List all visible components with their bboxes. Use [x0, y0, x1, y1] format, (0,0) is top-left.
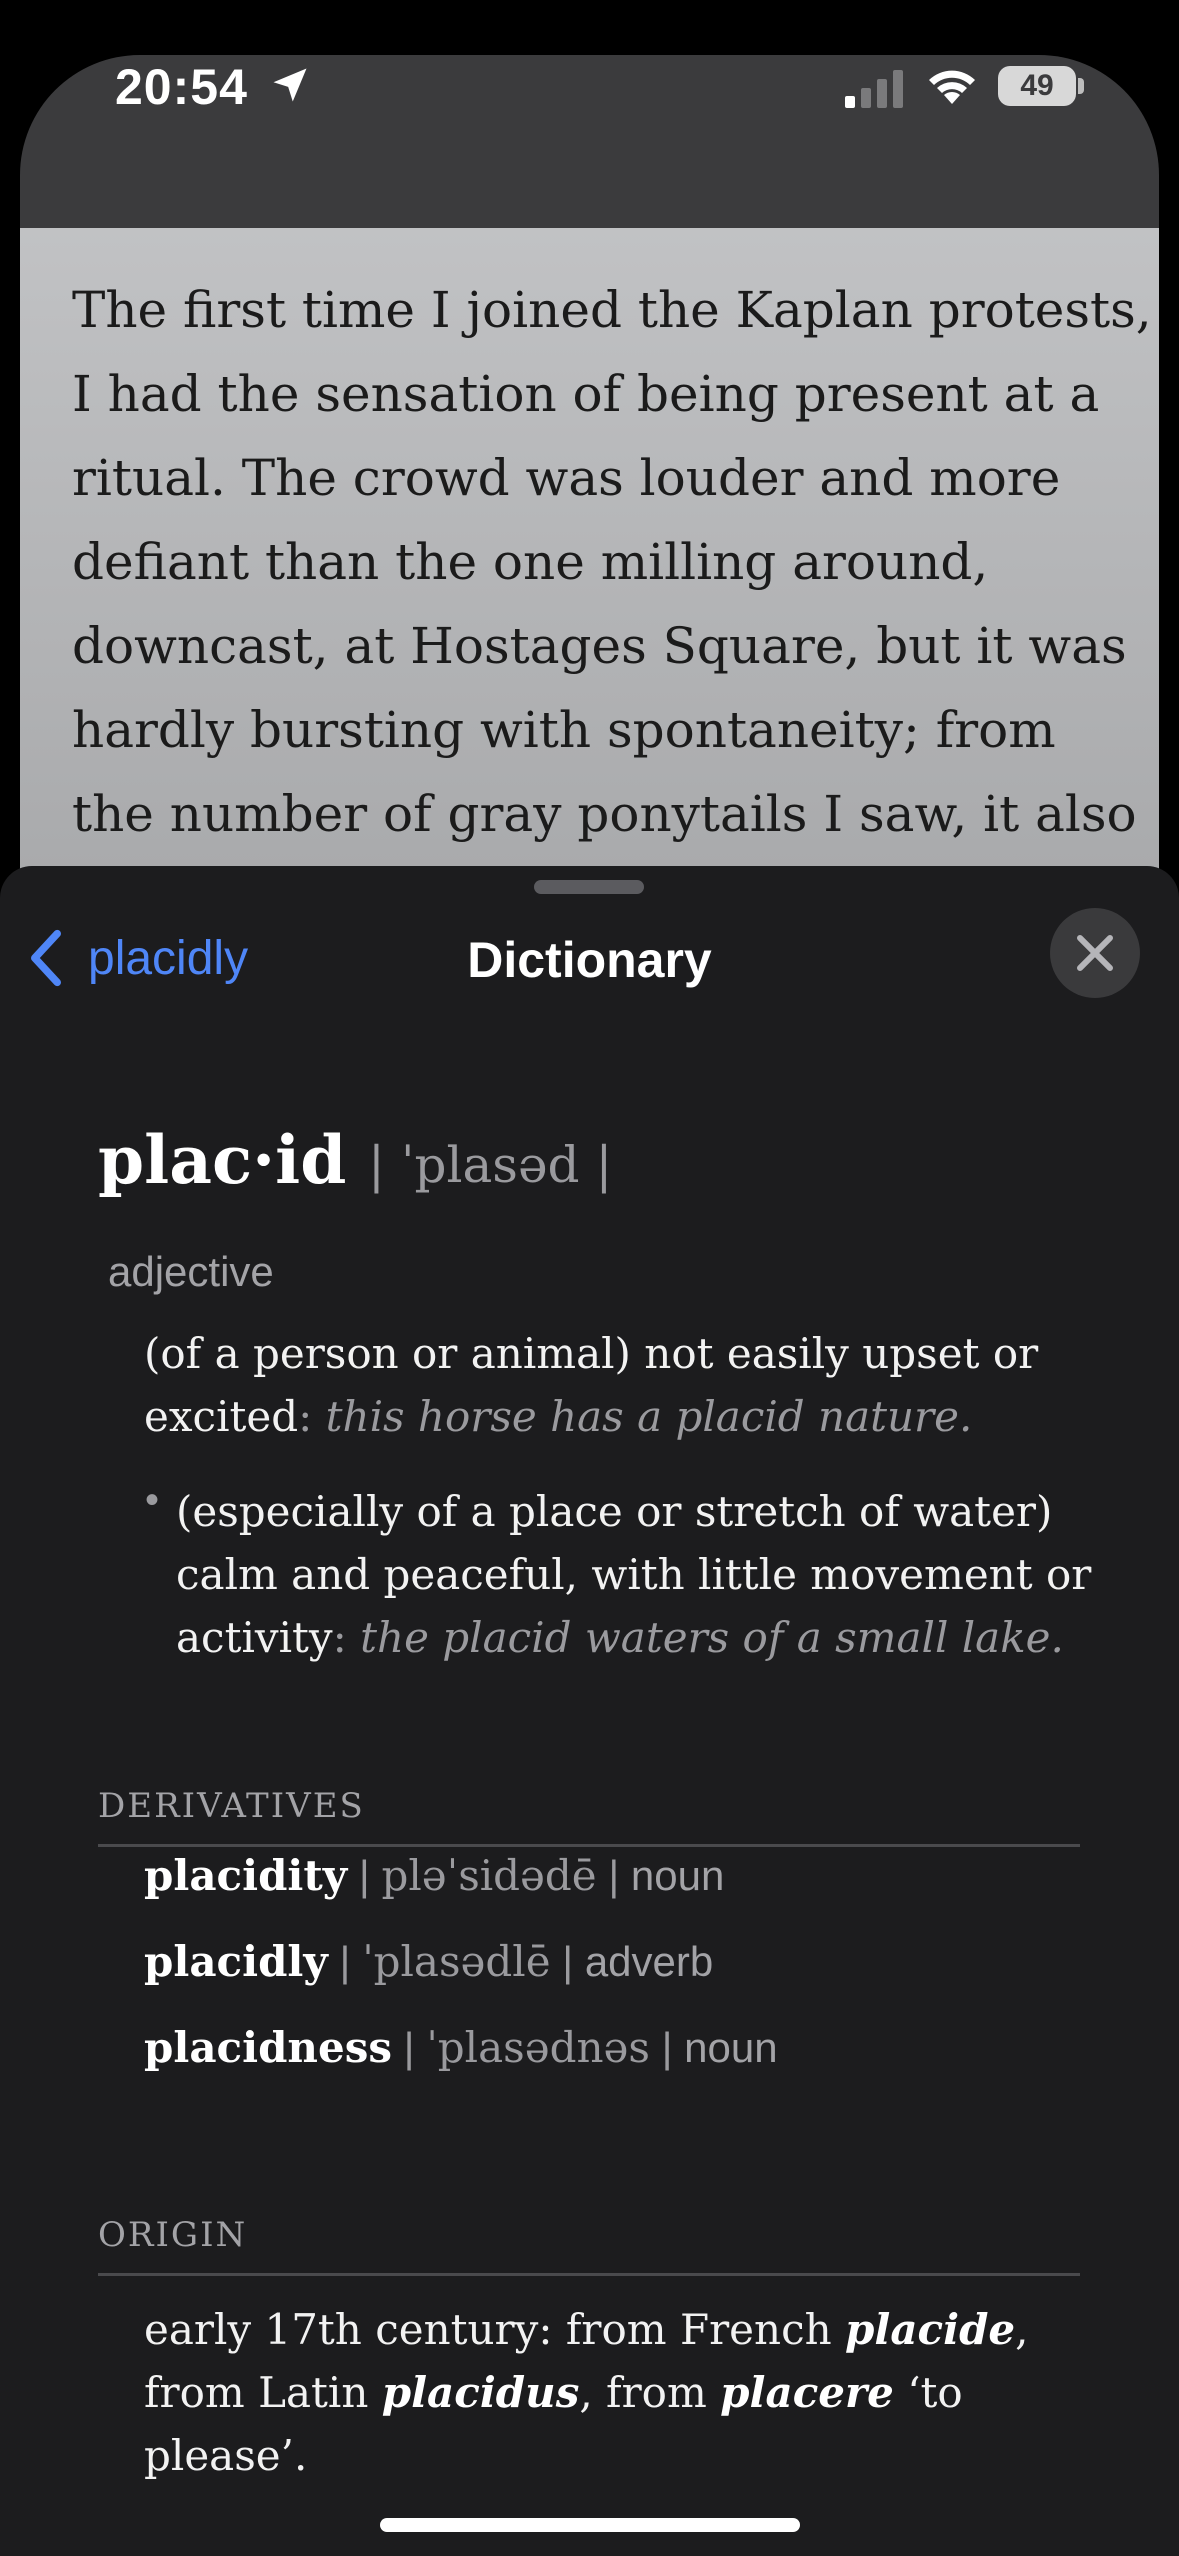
- status-bar: 20:54 49: [0, 0, 1179, 120]
- origin-part: early 17th century: from French: [144, 2305, 845, 2354]
- home-indicator[interactable]: [380, 2518, 800, 2532]
- derivative-pronunciation: pləˈsidədē: [381, 1851, 597, 1900]
- part-of-speech: adjective: [108, 1248, 274, 1295]
- derivative-pos: noun: [630, 1852, 725, 1899]
- sheet-title: Dictionary: [467, 932, 712, 988]
- derivative-row: placidly | ˈplasədlē | adverb: [144, 1937, 714, 1986]
- wifi-icon: [929, 70, 975, 104]
- definition-2: (especially of a place or stretch of wat…: [176, 1487, 1092, 1662]
- bullet-icon: •: [145, 1478, 160, 1522]
- definition-2-example: the placid waters of a small lake.: [360, 1613, 1064, 1662]
- derivative-row: placidity | pləˈsidədē | noun: [144, 1851, 725, 1900]
- origin-part: , from: [579, 2368, 721, 2417]
- battery-level: 49: [1020, 69, 1054, 102]
- derivative-pronunciation: ˈplasədlē: [362, 1937, 551, 1986]
- status-time: 20:54: [115, 59, 248, 115]
- definition-1-example: this horse has a placid nature.: [325, 1392, 973, 1441]
- cellular-signal-icon: [845, 70, 903, 108]
- derivative-word: placidity: [144, 1851, 348, 1900]
- derivative-row: placidness | ˈplasədnəs | noun: [144, 2023, 778, 2072]
- derivative-word: placidness: [144, 2023, 392, 2072]
- derivative-word: placidly: [144, 1937, 328, 1986]
- derivatives-heading: DERIVATIVES: [98, 1786, 365, 1826]
- origin-text: early 17th century: from French placide,…: [144, 2298, 1064, 2487]
- article-text: The first time I joined the Kaplan prote…: [72, 281, 1152, 843]
- origin-word: placide: [845, 2305, 1016, 2354]
- sheet-grabber[interactable]: [534, 880, 644, 894]
- dictionary-sheet: placidly Dictionary plac·id | ˈplasəd | …: [0, 866, 1179, 2556]
- derivative-pos: adverb: [584, 1938, 714, 1985]
- definition-1: (of a person or animal) not easily upset…: [144, 1329, 1039, 1441]
- close-icon: [1077, 935, 1113, 971]
- close-button[interactable]: [1050, 908, 1140, 998]
- battery-icon: 49: [998, 66, 1076, 106]
- battery-nub: [1078, 78, 1084, 94]
- pronunciation: | ˈplasəd |: [368, 1136, 613, 1194]
- origin-heading: ORIGIN: [98, 2215, 248, 2255]
- headword: plac·id: [98, 1121, 347, 1199]
- location-arrow-icon: [273, 68, 307, 102]
- origin-word: placidus: [381, 2368, 580, 2417]
- origin-divider: [98, 2273, 1080, 2276]
- origin-word: placere: [720, 2368, 894, 2417]
- article-view: The first time I joined the Kaplan prote…: [20, 228, 1159, 928]
- derivative-pos: noun: [684, 2024, 778, 2071]
- derivative-pronunciation: ˈplasədnəs: [426, 2023, 650, 2072]
